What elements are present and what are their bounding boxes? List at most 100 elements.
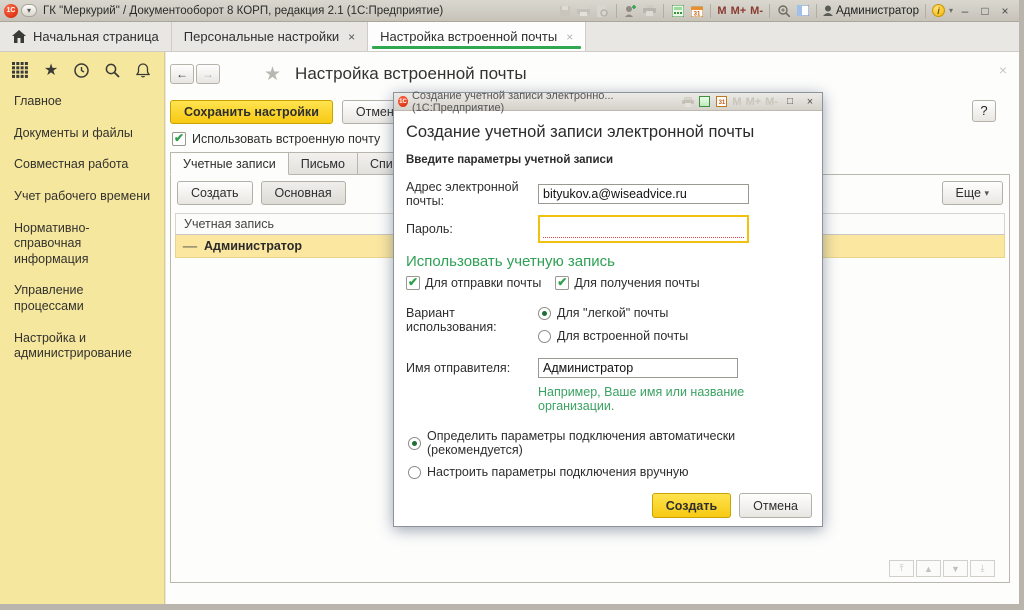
print-icon[interactable]: [576, 4, 591, 18]
go-last-button[interactable]: ⤓: [970, 560, 995, 577]
create-account-button[interactable]: Создать: [177, 181, 253, 205]
sidebar-item-documents[interactable]: Документы и файлы: [0, 118, 164, 150]
connection-auto-radio[interactable]: Определить параметры подключения автомат…: [408, 429, 810, 457]
info-icon[interactable]: i: [932, 4, 945, 17]
forward-button[interactable]: →: [196, 64, 220, 84]
checkbox-checked-icon: ✔: [172, 132, 186, 146]
calculator-icon[interactable]: [670, 4, 685, 18]
titlebar-separator: [816, 4, 817, 18]
subtab-letter[interactable]: Письмо: [289, 152, 358, 175]
usage-builtin-mail-radio[interactable]: Для встроенной почты: [538, 329, 688, 343]
dialog-cancel-button[interactable]: Отмена: [739, 493, 812, 518]
set-main-account-button[interactable]: Основная: [261, 181, 346, 205]
dropdown-icon: ▾: [984, 188, 989, 199]
svg-text:31: 31: [694, 11, 701, 17]
go-down-button[interactable]: ▼: [943, 560, 968, 577]
favorite-star-icon[interactable]: ★: [264, 63, 281, 86]
calculator-icon[interactable]: [698, 96, 711, 108]
record-dash-icon: —: [183, 239, 197, 253]
help-button[interactable]: ?: [972, 100, 996, 122]
tab-home[interactable]: Начальная страница: [0, 22, 172, 51]
receive-mail-checkbox[interactable]: ✔ Для получения почты: [555, 276, 699, 290]
split-view-icon[interactable]: [795, 4, 810, 18]
calendar-icon[interactable]: 31: [689, 4, 704, 18]
sidebar-item-main[interactable]: Главное: [0, 86, 164, 118]
print-icon[interactable]: [681, 96, 694, 108]
go-first-button[interactable]: ⤒: [889, 560, 914, 577]
usage-light-mail-radio[interactable]: Для "легкой" почты: [538, 306, 688, 320]
radio-selected-icon: [538, 307, 551, 320]
calendar-icon[interactable]: 31: [715, 96, 728, 108]
usage-label: Вариант использования:: [406, 306, 538, 352]
dialog-maximize-button[interactable]: □: [782, 96, 798, 107]
notifications-bell-icon[interactable]: [136, 63, 150, 78]
create-account-dialog: 1С Создание учетной записи электронно...…: [393, 92, 823, 527]
save-icon[interactable]: [557, 4, 572, 18]
dialog-titlebar: 1С Создание учетной записи электронно...…: [394, 93, 822, 111]
send-mail-checkbox[interactable]: ✔ Для отправки почты: [406, 276, 541, 290]
required-marker: [543, 237, 744, 238]
radio-unselected-icon: [408, 466, 421, 479]
checkbox-checked-icon: ✔: [406, 276, 420, 290]
sidebar-item-timekeeping[interactable]: Учет рабочего времени: [0, 181, 164, 213]
use-builtin-mail-checkbox[interactable]: ✔ Использовать встроенную почту: [172, 132, 380, 146]
zoom-icon[interactable]: [776, 4, 791, 18]
current-user[interactable]: Администратор: [823, 5, 919, 17]
memory-plus-button[interactable]: M+: [731, 5, 747, 17]
titlebar-separator: [710, 4, 711, 18]
dialog-window-title: Создание учетной записи электронно... (1…: [412, 90, 681, 114]
memory-recall-button: M: [732, 96, 741, 108]
sender-name-input[interactable]: [538, 358, 738, 378]
memory-recall-button[interactable]: M: [717, 5, 726, 17]
use-account-header: Использовать учетную запись: [406, 253, 810, 270]
page-title: Настройка встроенной почты: [295, 64, 527, 84]
tab-close-icon[interactable]: ×: [348, 30, 355, 44]
sidebar-item-administration[interactable]: Настройка и администрирование: [0, 323, 164, 370]
application-window: 1С ▾ ГК "Меркурий" / Документооборот 8 К…: [0, 0, 1024, 610]
dialog-close-button[interactable]: ×: [802, 96, 818, 108]
save-settings-button[interactable]: Сохранить настройки: [170, 100, 333, 124]
tab-personal-settings[interactable]: Персональные настройки ×: [172, 22, 368, 51]
sections-grid-icon[interactable]: [12, 62, 28, 78]
dialog-title: Создание учетной записи электронной почт…: [406, 123, 810, 142]
subtab-accounts[interactable]: Учетные записи: [170, 152, 289, 175]
connection-manual-radio[interactable]: Настроить параметры подключения вручную: [408, 465, 810, 479]
sidebar-item-reference-info[interactable]: Нормативно-справочная информация: [0, 213, 164, 276]
favorites-star-icon[interactable]: ★: [44, 60, 58, 80]
back-button[interactable]: ←: [170, 64, 194, 84]
tab-mail-settings[interactable]: Настройка встроенной почты ×: [368, 22, 586, 51]
send-message-icon[interactable]: [623, 4, 638, 18]
sidebar-item-process-management[interactable]: Управление процессами: [0, 275, 164, 322]
search-icon[interactable]: [105, 63, 120, 78]
memory-minus-button[interactable]: M-: [750, 5, 763, 17]
dialog-subtitle: Введите параметры учетной записи: [406, 154, 810, 166]
app-logo-icon: 1С: [4, 4, 18, 18]
print-preview-icon[interactable]: [595, 4, 610, 18]
app-tab-bar: Начальная страница Персональные настройк…: [0, 22, 1019, 52]
titlebar-separator: [925, 4, 926, 18]
sidebar: ★ Главное Документы и файлы Совместная р…: [0, 52, 165, 604]
window-titlebar: 1С ▾ ГК "Меркурий" / Документооборот 8 К…: [0, 0, 1019, 22]
email-input[interactable]: [538, 184, 749, 204]
titlebar-separator: [769, 4, 770, 18]
tab-close-icon[interactable]: ×: [566, 30, 573, 44]
sidebar-item-collaboration[interactable]: Совместная работа: [0, 149, 164, 181]
app-logo-icon: 1С: [398, 96, 408, 107]
history-clock-icon[interactable]: [74, 63, 89, 78]
go-up-button[interactable]: ▲: [916, 560, 941, 577]
dialog-create-button[interactable]: Создать: [652, 493, 731, 518]
checkbox-checked-icon: ✔: [555, 276, 569, 290]
main-menu-button[interactable]: ▾: [21, 4, 37, 17]
info-dropdown-icon[interactable]: ▾: [949, 6, 953, 15]
memory-minus-button: M-: [765, 96, 778, 108]
maximize-button[interactable]: □: [977, 4, 993, 18]
quick-print-icon[interactable]: [642, 4, 657, 18]
radio-unselected-icon: [538, 330, 551, 343]
form-close-icon[interactable]: ×: [999, 62, 1007, 78]
password-input[interactable]: [538, 215, 749, 243]
close-button[interactable]: ×: [997, 4, 1013, 18]
sender-name-hint: Например, Ваше имя или название организа…: [538, 385, 810, 413]
minimize-button[interactable]: –: [957, 4, 973, 18]
radio-selected-icon: [408, 437, 421, 450]
more-button[interactable]: Еще ▾: [942, 181, 1003, 205]
